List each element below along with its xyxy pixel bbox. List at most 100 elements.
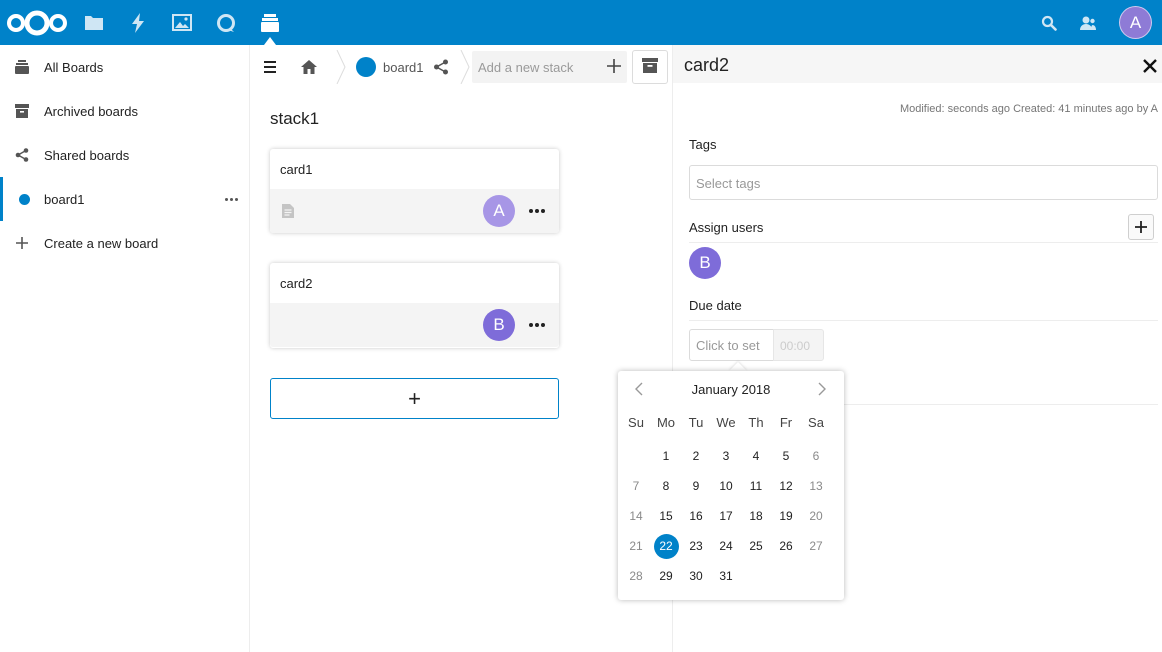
datepicker-day[interactable]: 23 <box>681 531 711 561</box>
nav-item-shared-boards[interactable]: Shared boards <box>0 133 249 177</box>
show-archived-button[interactable] <box>632 50 668 84</box>
datepicker-day[interactable]: 5 <box>771 441 801 471</box>
datepicker-empty-cell <box>621 441 651 471</box>
board-color-dot <box>356 57 376 77</box>
divider <box>689 242 1158 243</box>
app-navigation: All Boards Archived boards Shared boards… <box>0 45 250 652</box>
share-icon[interactable] <box>433 59 449 75</box>
nav-item-label: All Boards <box>44 59 104 75</box>
stack-title[interactable]: stack1 <box>270 109 319 129</box>
card-assignee-avatar[interactable]: A <box>483 195 515 227</box>
breadcrumb-separator <box>460 50 470 84</box>
nextcloud-logo[interactable] <box>6 0 68 45</box>
home-icon[interactable] <box>300 58 318 76</box>
next-month-icon[interactable] <box>814 380 830 398</box>
datepicker-day[interactable]: 30 <box>681 561 711 591</box>
datepicker-day[interactable]: 21 <box>621 531 651 561</box>
weekday-label: Sa <box>808 415 824 430</box>
datepicker-day[interactable]: 16 <box>681 501 711 531</box>
datepicker-day[interactable]: 18 <box>741 501 771 531</box>
search-icon[interactable] <box>1038 0 1060 45</box>
datepicker-day[interactable]: 10 <box>711 471 741 501</box>
datepicker-day[interactable]: 14 <box>621 501 651 531</box>
nav-item-create-board[interactable]: Create a new board <box>0 221 249 265</box>
card-more-options-icon[interactable] <box>528 203 546 219</box>
sidebar-card-title[interactable]: card2 <box>684 55 729 76</box>
datepicker-day[interactable]: 25 <box>741 531 771 561</box>
share-icon <box>14 147 30 163</box>
nav-item-archived-boards[interactable]: Archived boards <box>0 89 249 133</box>
files-icon[interactable] <box>82 0 106 45</box>
nav-item-label: Shared boards <box>44 147 130 163</box>
datepicker-day[interactable]: 20 <box>801 501 831 531</box>
card-assignee-avatar[interactable]: B <box>483 309 515 341</box>
avatar-initial: A <box>493 201 505 220</box>
add-stack-plus-icon[interactable] <box>606 59 622 75</box>
stack-icon <box>14 59 30 75</box>
datepicker-day[interactable]: 1 <box>651 441 681 471</box>
avatar-initial: B <box>493 315 505 334</box>
card-footer: A <box>270 189 559 233</box>
datepicker-day[interactable]: 28 <box>621 561 651 591</box>
weekday-label: Th <box>748 415 764 430</box>
datepicker-day[interactable]: 9 <box>681 471 711 501</box>
datepicker-day[interactable]: 24 <box>711 531 741 561</box>
datepicker-day[interactable]: 13 <box>801 471 831 501</box>
activity-icon[interactable] <box>127 0 149 45</box>
due-time-input[interactable]: 00:00 <box>773 329 824 361</box>
datepicker-arrow <box>729 362 747 371</box>
weekday-label: Tu <box>688 415 704 430</box>
datepicker-day[interactable]: 15 <box>651 501 681 531</box>
card-item[interactable]: card2 B <box>270 263 559 348</box>
due-date-input[interactable]: Click to set <box>689 329 774 361</box>
tags-select[interactable]: Select tags <box>689 165 1158 200</box>
divider <box>689 320 1158 321</box>
card-more-options-icon[interactable] <box>528 317 546 333</box>
datepicker-day-selected[interactable]: 22 <box>651 531 681 561</box>
datepicker-day[interactable]: 4 <box>741 441 771 471</box>
datepicker-month-label[interactable]: January 2018 <box>618 382 844 397</box>
datepicker-day[interactable]: 7 <box>621 471 651 501</box>
add-stack-input[interactable] <box>478 51 598 83</box>
active-app-indicator <box>264 37 276 45</box>
datepicker-day[interactable]: 27 <box>801 531 831 561</box>
datepicker-weekdays: Su Mo Tu We Th Fr Sa <box>621 415 841 430</box>
datepicker-day[interactable]: 17 <box>711 501 741 531</box>
nav-item-board1[interactable]: board1 <box>0 177 249 221</box>
datepicker-day[interactable]: 12 <box>771 471 801 501</box>
close-icon[interactable] <box>1143 59 1157 73</box>
card-title: card1 <box>280 162 313 177</box>
card-meta-info: Modified: seconds ago Created: 41 minute… <box>899 103 1158 115</box>
assigned-user-avatar[interactable]: B <box>689 247 721 279</box>
datepicker-day[interactable]: 11 <box>741 471 771 501</box>
datepicker-day[interactable]: 19 <box>771 501 801 531</box>
more-options-icon[interactable] <box>222 191 240 207</box>
weekday-label: Mo <box>656 415 676 430</box>
user-avatar-initial: A <box>1129 12 1142 32</box>
weekday-label: Fr <box>779 415 793 430</box>
nav-item-all-boards[interactable]: All Boards <box>0 45 249 89</box>
menu-toggle-icon[interactable] <box>264 58 278 76</box>
tags-label: Tags <box>689 137 717 152</box>
add-card-button[interactable]: + <box>270 378 559 419</box>
add-assignee-button[interactable] <box>1128 214 1154 240</box>
datepicker-day[interactable]: 8 <box>651 471 681 501</box>
contacts-icon[interactable] <box>1077 0 1099 45</box>
datepicker-day[interactable]: 2 <box>681 441 711 471</box>
datepicker-day[interactable]: 31 <box>711 561 741 591</box>
user-avatar[interactable]: A <box>1119 6 1152 39</box>
board-color-dot <box>16 191 32 207</box>
card-footer: B <box>270 303 559 347</box>
due-date-label: Due date <box>689 298 742 313</box>
datepicker-day[interactable]: 29 <box>651 561 681 591</box>
datepicker-day[interactable]: 3 <box>711 441 741 471</box>
sidebar-header: card2 <box>673 45 1162 83</box>
breadcrumb-board[interactable]: board1 <box>356 56 423 78</box>
talk-icon[interactable] <box>214 0 238 45</box>
gallery-icon[interactable] <box>170 0 194 45</box>
datepicker-day[interactable]: 6 <box>801 441 831 471</box>
datepicker-day[interactable]: 26 <box>771 531 801 561</box>
top-header: A <box>0 0 1162 45</box>
card-item[interactable]: card1 A <box>270 149 559 233</box>
archive-icon <box>642 58 658 76</box>
